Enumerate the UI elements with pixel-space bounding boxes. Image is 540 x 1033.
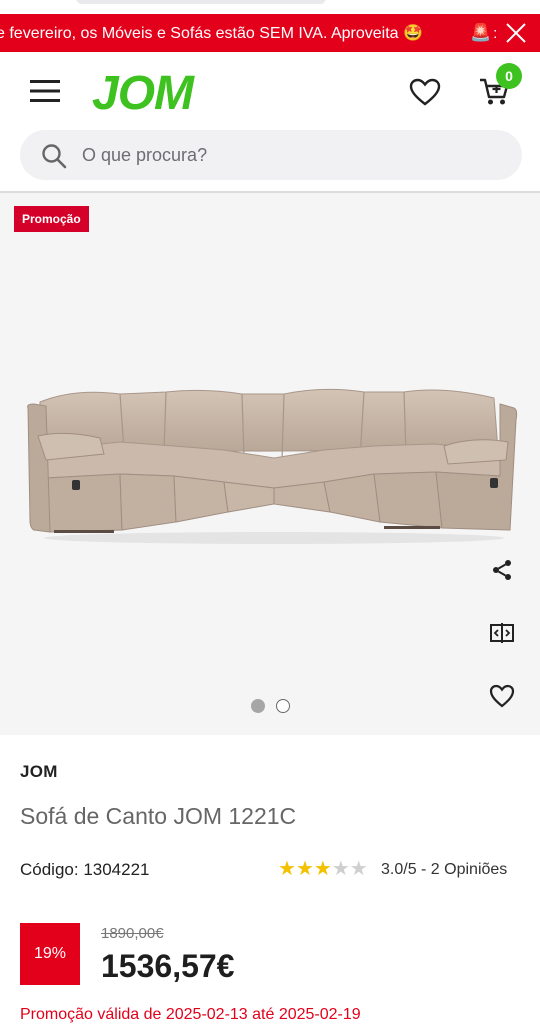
close-icon [506,23,526,43]
search-bar[interactable] [20,130,522,180]
header: JOM [0,52,540,130]
alarm-glyph: 🚨 [470,23,492,42]
star-icon: ★ [349,858,368,880]
close-banner-button[interactable] [500,19,532,47]
status-pill [76,0,326,4]
logo[interactable]: JOM [92,66,194,121]
wishlist-button[interactable] [406,74,444,110]
share-icon [493,560,511,580]
compare-button[interactable] [484,615,520,651]
product-image[interactable] [24,380,520,546]
product-brand[interactable]: JOM [20,762,58,782]
carousel-dot-1[interactable] [251,699,265,713]
discount-badge: 19% [20,923,80,985]
search-input[interactable] [82,140,502,170]
star-icon: ★ [278,858,296,880]
status-strip [0,0,540,14]
product-code: Código: 1304221 [20,860,150,879]
menu-button[interactable] [28,76,62,106]
menu-icon [30,80,60,102]
search-icon [42,144,67,169]
product-title: Sofá de Canto JOM 1221C [20,803,297,829]
promo-badge: Promoção [14,206,89,232]
old-price: 1890,00€ [101,925,164,942]
heart-icon [409,78,441,106]
promo-validity: Promoção válida de 2025-02-13 até 2025-0… [20,1006,361,1023]
rating-summary[interactable]: 3.0/5 - 2 Opiniões [381,861,507,879]
heart-outline-icon [489,684,515,708]
star-icon: ★ [313,858,332,880]
star-icon: ★ [295,858,314,880]
cart-count-badge: 0 [496,63,522,89]
carousel-dot-2[interactable] [276,699,290,713]
favorite-button[interactable] [484,678,520,714]
current-price: 1536,57€ [101,948,235,984]
share-button[interactable] [484,552,520,588]
promo-banner[interactable]: e fevereiro, os Móveis e Sofás estão SEM… [0,14,540,52]
promo-banner-text: e fevereiro, os Móveis e Sofás estão SEM… [0,25,423,42]
alarm-icon: 🚨: [470,23,497,43]
star-icon: ★ [331,858,350,880]
rating-stars[interactable]: ★ ★ ★ ★ ★ [278,858,368,880]
compare-icon [490,623,514,643]
alarm-trailing-text: : [493,25,498,42]
